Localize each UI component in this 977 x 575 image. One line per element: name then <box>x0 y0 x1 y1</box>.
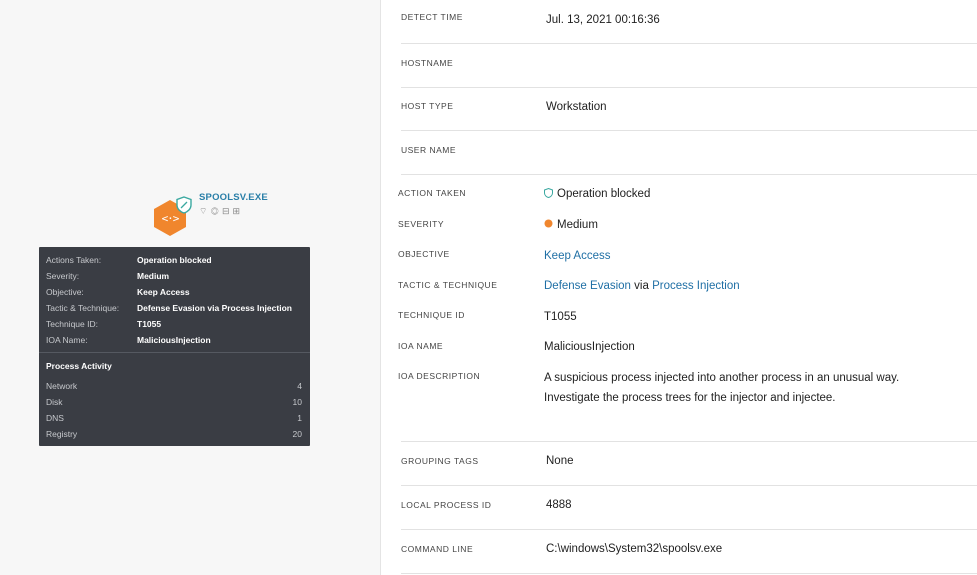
field-label: LOCAL PROCESS ID <box>401 500 492 510</box>
local-process-id-value: 4888 <box>546 499 572 511</box>
field-label: SEVERITY <box>398 219 445 229</box>
tooltip-value: T1055 <box>137 319 162 329</box>
field-label: HOSTNAME <box>401 58 454 68</box>
severity-value: Medium <box>544 219 598 231</box>
field-label: DETECT TIME <box>401 12 463 22</box>
field-label: TECHNIQUE ID <box>398 310 465 320</box>
tooltip-value: Keep Access <box>137 287 190 297</box>
grouping-tags-value: None <box>546 455 574 467</box>
process-graph-pane: <·> SPOOLSV.EXE ⌔◎⊟⊞ Actions Taken: Oper… <box>0 0 381 575</box>
process-activity-icons: ⌔◎⊟⊞ <box>199 206 243 217</box>
field-label: IOA DESCRIPTION <box>398 371 481 381</box>
detail-row-user-name: USER NAME <box>401 131 977 175</box>
field-label: IOA NAME <box>398 341 444 351</box>
tooltip-divider <box>39 352 310 353</box>
tooltip-key: Objective: <box>46 287 84 297</box>
tactic-technique-value: Defense Evasion via Process Injection <box>544 280 740 292</box>
action-taken-value: Operation blocked <box>544 188 650 200</box>
severity-dot-icon <box>544 219 553 228</box>
tooltip-key: IOA Name: <box>46 335 88 345</box>
field-label: GROUPING TAGS <box>401 456 479 466</box>
activity-count: 1 <box>297 413 302 423</box>
activity-count: 10 <box>292 397 302 407</box>
process-activity-heading: Process Activity <box>46 361 112 371</box>
detail-row-hostname: HOSTNAME <box>401 44 977 88</box>
dns-icon: ⊟ <box>221 206 233 216</box>
activity-stat: DNS 1 <box>46 413 302 423</box>
field-label: ACTION TAKEN <box>398 188 467 198</box>
process-tooltip: Actions Taken: Operation blocked Severit… <box>39 247 310 446</box>
detection-info-block: ACTION TAKEN Operation blocked SEVERITY … <box>398 175 977 443</box>
activity-stat: Disk 10 <box>46 397 302 407</box>
tooltip-value: Medium <box>137 271 170 281</box>
objective-link[interactable]: Keep Access <box>544 250 610 262</box>
field-label: COMMAND LINE <box>401 544 474 554</box>
network-icon: ⌔ <box>199 206 211 216</box>
severity-text: Medium <box>557 219 598 231</box>
activity-label: Disk <box>46 397 63 407</box>
tooltip-key: Severity: <box>46 271 80 281</box>
shield-icon <box>544 188 553 198</box>
via-text: via <box>634 280 649 292</box>
detail-row-detect-time: DETECT TIME Jul. 13, 2021 00:16:36 <box>401 0 977 44</box>
shield-icon <box>176 196 192 214</box>
host-type-value: Workstation <box>546 101 607 113</box>
activity-label: Network <box>46 381 78 391</box>
technique-link[interactable]: Process Injection <box>652 280 740 292</box>
ioa-description-value: A suspicious process injected into anoth… <box>544 372 900 404</box>
tactic-link[interactable]: Defense Evasion <box>544 280 631 292</box>
tooltip-value: MaliciousInjection <box>137 335 211 345</box>
activity-stat: Registry 20 <box>46 429 302 439</box>
tooltip-row: IOA Name: MaliciousInjection <box>46 335 211 347</box>
field-label: TACTIC & TECHNIQUE <box>398 280 498 290</box>
tooltip-value: Defense Evasion via Process Injection <box>137 303 292 313</box>
activity-label: DNS <box>46 413 64 423</box>
field-label: USER NAME <box>401 145 457 155</box>
activity-count: 4 <box>297 381 302 391</box>
action-taken-text: Operation blocked <box>557 188 651 200</box>
tooltip-row: Severity: Medium <box>46 271 169 283</box>
detect-time-value: Jul. 13, 2021 00:16:36 <box>546 14 660 26</box>
activity-count: 20 <box>292 429 302 439</box>
activity-stat: Network 4 <box>46 381 302 391</box>
ioa-name-value: MaliciousInjection <box>544 341 635 353</box>
registry-icon: ⊞ <box>232 206 244 216</box>
technique-id-value: T1055 <box>544 311 577 323</box>
tooltip-key: Actions Taken: <box>46 255 102 265</box>
detail-row-local-process-id: LOCAL PROCESS ID 4888 <box>401 486 977 530</box>
tooltip-row: Actions Taken: Operation blocked <box>46 255 212 267</box>
tooltip-key: Tactic & Technique: <box>46 303 120 313</box>
field-label: HOST TYPE <box>401 101 454 111</box>
tooltip-row: Tactic & Technique: Defense Evasion via … <box>46 303 292 315</box>
activity-label: Registry <box>46 429 78 439</box>
tooltip-key: Technique ID: <box>46 319 98 329</box>
field-label: OBJECTIVE <box>398 249 450 259</box>
disk-icon: ◎ <box>210 206 222 216</box>
command-line-value: C:\windows\System32\spoolsv.exe <box>546 543 723 555</box>
detection-details-pane: DETECT TIME Jul. 13, 2021 00:16:36 HOSTN… <box>381 0 977 575</box>
tooltip-value: Operation blocked <box>137 255 212 265</box>
detail-row-host-type: HOST TYPE Workstation <box>401 88 977 131</box>
detail-row-grouping-tags: GROUPING TAGS None <box>401 442 977 486</box>
process-name-label[interactable]: SPOOLSV.EXE <box>199 192 268 203</box>
tooltip-row: Technique ID: T1055 <box>46 319 161 331</box>
detail-row-command-line: COMMAND LINE C:\windows\System32\spoolsv… <box>401 530 977 574</box>
tooltip-row: Objective: Keep Access <box>46 287 190 299</box>
